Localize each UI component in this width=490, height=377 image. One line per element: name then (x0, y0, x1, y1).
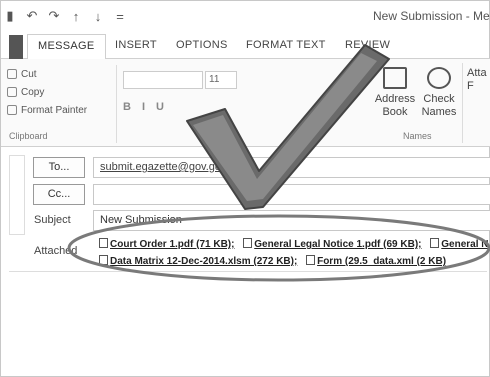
cut-button[interactable]: Cut (7, 65, 116, 83)
underline-button[interactable]: U (156, 101, 164, 113)
to-field[interactable]: submit.egazette@gov.gd (93, 157, 490, 178)
pdf-file-icon (430, 238, 440, 248)
cc-button[interactable]: Cc... (33, 184, 85, 205)
to-button[interactable]: To... (33, 157, 85, 178)
attachment-item[interactable]: General N (441, 239, 488, 250)
paintbrush-icon (7, 105, 17, 115)
customize-icon[interactable]: = (113, 9, 127, 24)
to-recipient[interactable]: submit.egazette@gov.gd (100, 161, 221, 173)
ribbon-tabs: MESSAGE INSERT OPTIONS FORMAT TEXT REVIE… (1, 31, 490, 60)
subject-field[interactable]: New Submission (93, 210, 490, 231)
tab-insert[interactable]: INSERT (115, 39, 157, 51)
tab-format-text[interactable]: FORMAT TEXT (246, 39, 326, 51)
format-buttons: B I U (123, 101, 164, 113)
quick-access-toolbar: ▮ ↶ ↷ ↑ ↓ = (1, 8, 127, 24)
address-book-icon (383, 67, 407, 89)
address-book-label: Address Book (374, 93, 416, 118)
format-painter-label: Format Painter (21, 104, 88, 116)
check-names-icon (427, 67, 451, 89)
attach-file-button[interactable]: Atta F (467, 67, 490, 93)
attachment-item[interactable]: Court Order 1.pdf (71 KB); (110, 239, 234, 250)
address-book-button[interactable]: Address Book (373, 67, 417, 119)
down-arrow-icon[interactable]: ↓ (91, 9, 105, 24)
copy-icon (7, 87, 17, 97)
cut-label: Cut (21, 68, 37, 80)
names-group: Address Book Check Names Names (371, 63, 463, 143)
font-size-select[interactable]: 11 (205, 71, 237, 89)
file-tab[interactable] (9, 35, 23, 59)
redo-icon[interactable]: ↷ (47, 8, 61, 24)
clipboard-group-label: Clipboard (9, 131, 48, 141)
attached-label: Attached (34, 245, 78, 257)
attachments-row-1: Court Order 1.pdf (71 KB); General Legal… (99, 238, 490, 250)
bold-button[interactable]: B (123, 101, 131, 113)
undo-icon[interactable]: ↶ (25, 8, 39, 24)
excel-file-icon (99, 255, 108, 265)
cc-field[interactable] (93, 184, 490, 205)
tab-message[interactable]: MESSAGE (27, 34, 106, 60)
basic-text-group: 11 B I U (119, 65, 367, 143)
font-name-select[interactable] (123, 71, 203, 89)
up-arrow-icon[interactable]: ↑ (69, 9, 83, 24)
clipboard-group: Cut Copy Format Painter Clipboard (7, 65, 117, 143)
check-names-label: Check Names (421, 93, 457, 118)
copy-label: Copy (21, 86, 45, 98)
italic-button[interactable]: I (142, 101, 145, 113)
subject-label: Subject (34, 214, 71, 226)
window-title: New Submission - Mes (373, 9, 490, 23)
copy-button[interactable]: Copy (7, 83, 116, 101)
pdf-file-icon (243, 238, 253, 248)
check-names-button[interactable]: Check Names (417, 67, 461, 119)
tab-review[interactable]: REVIEW (345, 39, 390, 51)
compose-area: To... submit.egazette@gov.gd Cc... Subje… (1, 147, 490, 377)
attachment-item[interactable]: Data Matrix 12-Dec-2014.xlsm (272 KB); (110, 256, 297, 267)
outlook-message-window: ▮ ↶ ↷ ↑ ↓ = New Submission - Mes MESSAGE… (0, 0, 490, 377)
tab-options[interactable]: OPTIONS (176, 39, 228, 51)
attachments-row-2: Data Matrix 12-Dec-2014.xlsm (272 KB); F… (99, 255, 452, 267)
send-button[interactable] (9, 155, 25, 235)
attachment-item[interactable]: General Legal Notice 1.pdf (69 KB); (254, 239, 421, 250)
save-icon[interactable]: ▮ (3, 8, 17, 24)
scissors-icon (7, 69, 17, 79)
attachment-item[interactable]: Form (29.5_data.xml (2 KB) (317, 256, 446, 267)
title-bar: ▮ ↶ ↷ ↑ ↓ = New Submission - Mes (1, 1, 490, 31)
names-group-label: Names (403, 131, 432, 141)
message-body[interactable] (9, 271, 487, 375)
ribbon: Cut Copy Format Painter Clipboard 11 B I… (1, 59, 490, 147)
xml-file-icon (306, 255, 316, 265)
format-painter-button[interactable]: Format Painter (7, 101, 116, 119)
pdf-file-icon (99, 238, 108, 248)
